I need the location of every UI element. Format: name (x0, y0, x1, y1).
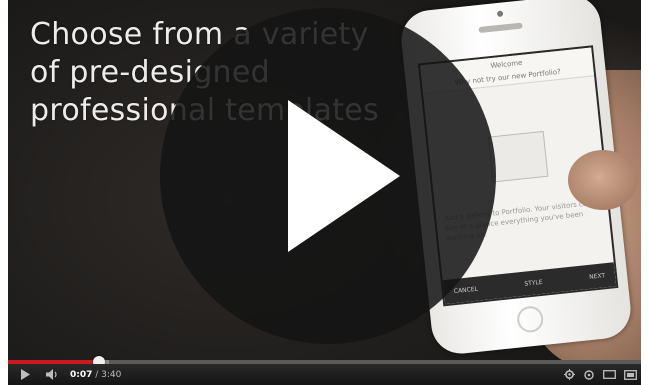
thumb-image (568, 150, 638, 210)
phone-tab-next: NEXT (588, 271, 606, 281)
time-total: 3:40 (101, 369, 122, 380)
captions-button[interactable] (579, 364, 599, 385)
play-icon (21, 369, 30, 380)
image-placeholder-icon (487, 130, 549, 183)
time-display: 0:07 / 3:40 (70, 370, 121, 380)
fullscreen-icon (623, 369, 637, 380)
phone-tab-style: STYLE (524, 278, 543, 288)
time-current: 0:07 (70, 369, 93, 380)
gear-icon (563, 369, 575, 380)
big-play-icon (288, 100, 400, 252)
fullscreen-button[interactable] (619, 364, 641, 385)
video-player[interactable]: Choose from a variety of pre-designed pr… (8, 0, 641, 385)
settings-button[interactable] (559, 364, 579, 385)
time-separator: / (92, 369, 102, 380)
phone-camera (496, 10, 504, 18)
volume-icon (46, 369, 57, 380)
theater-mode-icon (602, 370, 616, 379)
captions-icon (584, 369, 594, 380)
theater-mode-button[interactable] (599, 364, 619, 385)
volume-button[interactable] (42, 364, 64, 385)
video-frame[interactable]: Choose from a variety of pre-designed pr… (8, 0, 641, 360)
play-button[interactable] (8, 364, 42, 385)
phone-home-button (515, 305, 545, 334)
control-bar: 0:07 / 3:40 (8, 364, 641, 385)
big-play-button[interactable] (160, 8, 496, 344)
